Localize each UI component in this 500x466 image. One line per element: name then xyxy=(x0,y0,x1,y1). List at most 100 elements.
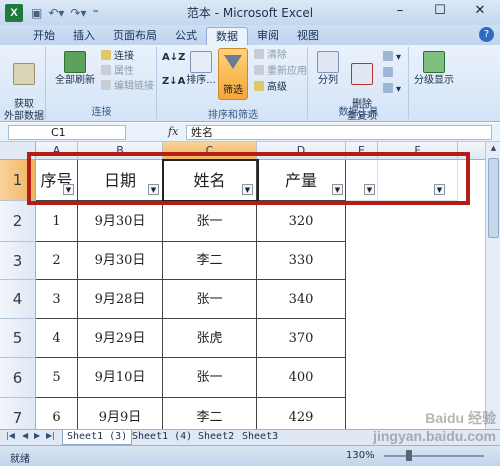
table-cell[interactable]: 9月29日 xyxy=(78,319,163,358)
filter-dropdown-e[interactable]: ▼ xyxy=(364,184,375,195)
prev-sheet-icon[interactable]: ◀ xyxy=(22,431,28,440)
group-get-external: 获取 外部数据 xyxy=(0,47,46,122)
table-cell[interactable]: 9月10日 xyxy=(78,358,163,398)
zoom-slider-knob[interactable] xyxy=(406,450,412,461)
ribbon-tabs: 开始 插入 页面布局 公式 数据 审阅 视图 ? xyxy=(0,25,500,45)
col-header-e[interactable]: E xyxy=(346,142,378,160)
help-icon[interactable]: ? xyxy=(479,27,494,42)
first-sheet-icon[interactable]: |◀ xyxy=(6,431,15,440)
sheet-tab-2[interactable]: Sheet1 (4) xyxy=(128,430,196,445)
table-cell[interactable]: 9月30日 xyxy=(78,242,163,280)
col-header-d[interactable]: D xyxy=(257,142,346,160)
refresh-all-button[interactable]: 全部刷新 xyxy=(53,51,97,87)
row-header-5[interactable]: 5 xyxy=(0,319,36,358)
col-header-b[interactable]: B xyxy=(78,142,163,160)
outline-button[interactable]: 分级显示 xyxy=(412,51,456,87)
tab-page-layout[interactable]: 页面布局 xyxy=(104,27,166,45)
properties-button[interactable]: 属性 xyxy=(101,65,134,79)
zoom-slider[interactable] xyxy=(384,455,484,457)
get-external-data-button[interactable]: 获取 外部数据 xyxy=(4,51,44,123)
table-cell[interactable]: 李二 xyxy=(163,398,257,429)
text-to-columns-button[interactable]: 分列 xyxy=(313,51,343,87)
scroll-thumb[interactable] xyxy=(488,158,499,238)
filter-dropdown-b[interactable]: ▼ xyxy=(148,184,159,195)
connections-button[interactable]: 连接 xyxy=(101,50,134,64)
what-if-button[interactable]: ▾ xyxy=(383,83,401,97)
tab-review[interactable]: 审阅 xyxy=(248,27,288,45)
sort-button[interactable]: 排序... xyxy=(184,51,218,87)
select-all-corner[interactable] xyxy=(0,142,36,160)
last-sheet-icon[interactable]: ▶| xyxy=(46,431,55,440)
table-cell[interactable]: 李二 xyxy=(163,242,257,280)
refresh-all-label: 全部刷新 xyxy=(55,75,95,86)
filter-dropdown-d[interactable]: ▼ xyxy=(332,184,343,195)
reapply-button[interactable]: 重新应用 xyxy=(254,65,307,79)
group-connections: 全部刷新 连接 属性 编辑链接 连接 xyxy=(47,47,157,119)
table-cell[interactable]: 320 xyxy=(257,201,346,242)
cell-f1[interactable] xyxy=(378,160,458,201)
tab-insert[interactable]: 插入 xyxy=(64,27,104,45)
table-cell[interactable]: 340 xyxy=(257,280,346,319)
sort-desc-button[interactable]: Z↓A xyxy=(162,75,185,89)
table-cell[interactable]: 2 xyxy=(36,242,78,280)
table-cell[interactable]: 9月28日 xyxy=(78,280,163,319)
scroll-up-icon[interactable]: ▲ xyxy=(488,144,499,156)
table-cell[interactable]: 张一 xyxy=(163,280,257,319)
outline-icon xyxy=(423,51,445,73)
edit-links-button[interactable]: 编辑链接 xyxy=(101,80,154,94)
table-cell[interactable]: 429 xyxy=(257,398,346,429)
row-header-3[interactable]: 3 xyxy=(0,242,36,280)
col-header-c[interactable]: C xyxy=(163,142,257,160)
advanced-label: 高级 xyxy=(267,82,287,93)
name-box[interactable]: C1 xyxy=(8,125,126,140)
filter-dropdown-a[interactable]: ▼ xyxy=(63,184,74,195)
table-cell[interactable]: 9月9日 xyxy=(78,398,163,429)
table-cell[interactable]: 370 xyxy=(257,319,346,358)
table-cell[interactable]: 6 xyxy=(36,398,78,429)
row-header-6[interactable]: 6 xyxy=(0,358,36,398)
col-header-f[interactable]: F xyxy=(378,142,458,160)
table-cell[interactable]: 9月30日 xyxy=(78,201,163,242)
status-ready: 就绪 xyxy=(10,454,30,465)
sheet-tab-4[interactable]: Sheet3 xyxy=(238,430,282,445)
row-header-2[interactable]: 2 xyxy=(0,201,36,242)
vertical-scrollbar[interactable]: ▲ xyxy=(485,142,500,429)
sort-asc-button[interactable]: A↓Z xyxy=(162,51,185,65)
formula-input[interactable]: 姓名 xyxy=(186,125,492,140)
table-cell[interactable]: 1 xyxy=(36,201,78,242)
data-validation-button[interactable]: ▾ xyxy=(383,51,401,65)
close-button[interactable]: ✕ xyxy=(460,0,500,22)
tab-home[interactable]: 开始 xyxy=(24,27,64,45)
filter-dropdown-f[interactable]: ▼ xyxy=(434,184,445,195)
filter-dropdown-c[interactable]: ▼ xyxy=(242,184,253,195)
minimize-button[interactable]: – xyxy=(380,0,420,22)
row-header-7[interactable]: 7 xyxy=(0,398,36,429)
table-cell[interactable]: 张一 xyxy=(163,201,257,242)
row-header-4[interactable]: 4 xyxy=(0,280,36,319)
clear-icon xyxy=(254,49,264,59)
tab-formulas[interactable]: 公式 xyxy=(166,27,206,45)
sheet-tab-1[interactable]: Sheet1 (3) xyxy=(62,430,133,445)
table-cell[interactable]: 5 xyxy=(36,358,78,398)
col-header-g[interactable] xyxy=(458,142,485,160)
zoom-level[interactable]: 130% xyxy=(346,450,375,461)
maximize-button[interactable]: ☐ xyxy=(420,0,460,22)
row-header-1[interactable]: 1 xyxy=(0,160,36,201)
clear-filter-button[interactable]: 清除 xyxy=(254,49,287,63)
tab-view[interactable]: 视图 xyxy=(288,27,328,45)
tab-data[interactable]: 数据 xyxy=(206,27,248,45)
table-cell[interactable]: 400 xyxy=(257,358,346,398)
table-cell[interactable]: 330 xyxy=(257,242,346,280)
advanced-filter-button[interactable]: 高级 xyxy=(254,81,287,95)
col-header-a[interactable]: A xyxy=(36,142,78,160)
filter-button[interactable]: 筛选 xyxy=(218,48,248,100)
table-cell[interactable]: 4 xyxy=(36,319,78,358)
sheet-tab-3[interactable]: Sheet2 xyxy=(194,430,238,445)
office-button[interactable] xyxy=(2,27,24,45)
table-cell[interactable]: 3 xyxy=(36,280,78,319)
table-cell[interactable]: 张一 xyxy=(163,358,257,398)
consolidate-button[interactable] xyxy=(383,67,396,81)
table-cell[interactable]: 张虎 xyxy=(163,319,257,358)
next-sheet-icon[interactable]: ▶ xyxy=(34,431,40,440)
fx-icon[interactable]: fx xyxy=(168,125,178,138)
